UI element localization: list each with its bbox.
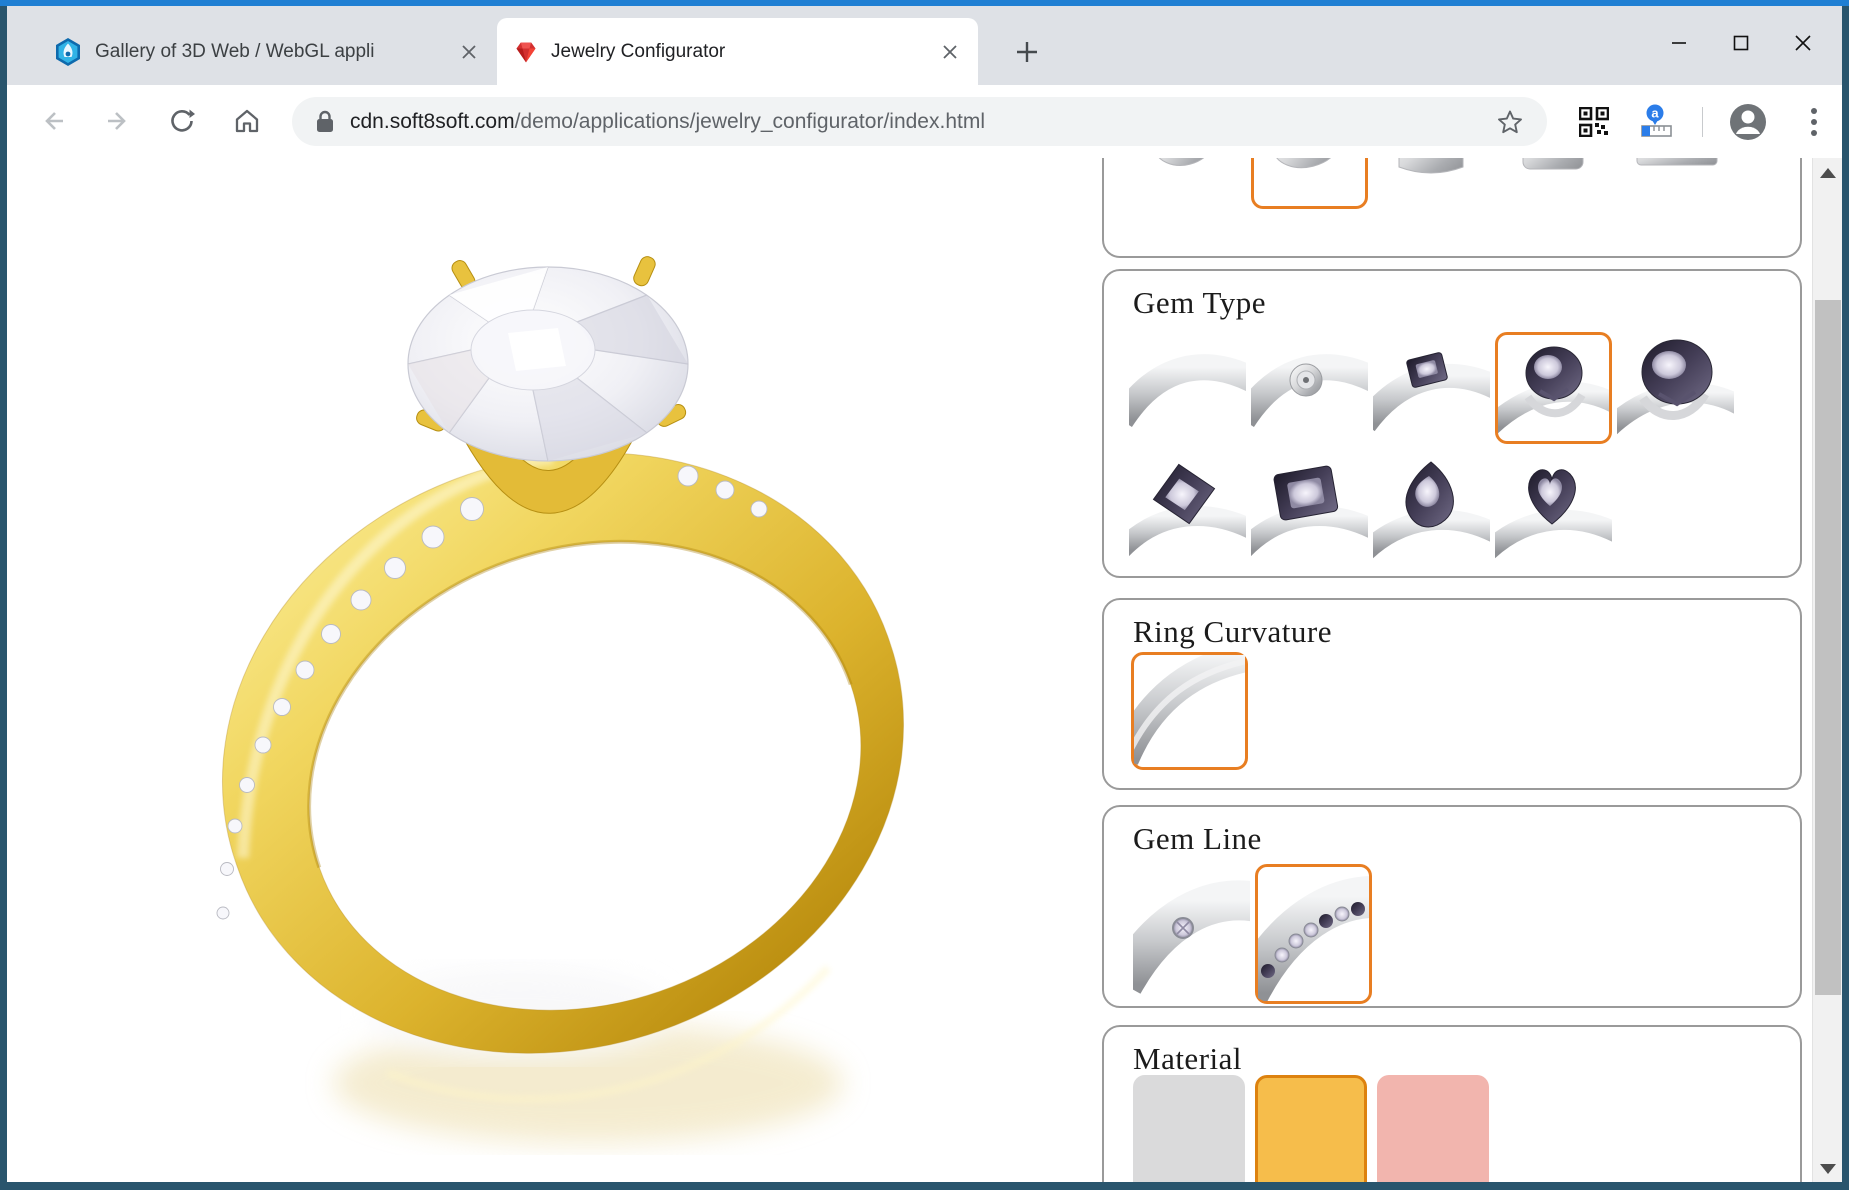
verge3d-logo-icon xyxy=(56,37,80,66)
reload-button[interactable] xyxy=(156,95,208,147)
profile-option-dome[interactable] xyxy=(1373,158,1490,209)
gem-type-option-small-square[interactable] xyxy=(1373,332,1490,444)
close-window-button[interactable] xyxy=(1772,12,1834,74)
panel-title: Ring Curvature xyxy=(1133,614,1332,649)
back-button[interactable] xyxy=(27,95,79,147)
gem-type-option-emerald[interactable] xyxy=(1251,454,1368,566)
profile-option-round[interactable] xyxy=(1129,158,1246,209)
gem-type-option-pear[interactable] xyxy=(1373,454,1490,566)
url-path: /demo/applications/jewelry_configurator/… xyxy=(514,109,985,133)
assistant-extension-button[interactable]: a xyxy=(1635,101,1677,143)
page-content: Gem Type Ring Curvature Gem Line Materia… xyxy=(7,158,1842,1182)
window-frame-bottom xyxy=(0,1182,1849,1190)
material-option-silver[interactable] xyxy=(1133,1075,1245,1182)
panel-title: Material xyxy=(1133,1041,1243,1076)
window-frame-right xyxy=(1842,6,1849,1190)
home-button[interactable] xyxy=(221,95,273,147)
gem-type-option-bezel[interactable] xyxy=(1251,332,1368,444)
forward-button[interactable] xyxy=(92,95,144,147)
profile-option-flat[interactable] xyxy=(1617,158,1734,209)
page-scrollbar[interactable] xyxy=(1812,158,1842,1182)
panel-title: Gem Type xyxy=(1133,285,1266,320)
panel-gem-type: Gem Type xyxy=(1102,269,1802,578)
gem-type-option-heart[interactable] xyxy=(1495,454,1612,566)
scroll-up-arrow[interactable] xyxy=(1820,168,1836,178)
scrollbar-thumb[interactable] xyxy=(1815,300,1841,995)
material-option-gold[interactable] xyxy=(1255,1075,1367,1182)
profile-option-oval[interactable] xyxy=(1251,158,1368,209)
material-option-rose-gold[interactable] xyxy=(1377,1075,1489,1182)
bookmark-star-button[interactable] xyxy=(1489,101,1531,143)
gem-type-option-round-prong[interactable] xyxy=(1495,332,1612,444)
url-text: cdn.soft8soft.com/demo/applications/jewe… xyxy=(350,110,985,134)
tab-close-button[interactable] xyxy=(455,38,483,66)
gem-type-option-round-large[interactable] xyxy=(1617,332,1734,444)
new-tab-button[interactable] xyxy=(1009,34,1045,70)
gem-line-option-single[interactable] xyxy=(1133,864,1250,1004)
panel-title: Gem Line xyxy=(1133,821,1262,856)
tab-jewelry-configurator[interactable]: Jewelry Configurator xyxy=(497,18,978,85)
tab-title: Gallery of 3D Web / WebGL appli xyxy=(95,40,375,62)
gem-type-option-no-gem[interactable] xyxy=(1129,332,1246,444)
ring-curvature-option-curved[interactable] xyxy=(1131,652,1248,770)
ring-3d-render xyxy=(216,256,904,1143)
gem-line-option-row[interactable] xyxy=(1255,864,1372,1004)
minimize-button[interactable] xyxy=(1648,12,1710,74)
diamond-gem xyxy=(407,266,689,462)
tab-gallery[interactable]: Gallery of 3D Web / WebGL appli xyxy=(37,18,497,85)
browser-toolbar: cdn.soft8soft.com/demo/applications/jewe… xyxy=(7,85,1842,159)
configurator-panels: Gem Type Ring Curvature Gem Line Materia… xyxy=(1102,158,1805,1182)
profile-option-square[interactable] xyxy=(1495,158,1612,209)
tab-close-button[interactable] xyxy=(936,38,964,66)
address-bar[interactable]: cdn.soft8soft.com/demo/applications/jewe… xyxy=(292,97,1547,146)
toolbar-separator xyxy=(1702,107,1703,137)
ring-3d-viewport[interactable] xyxy=(7,158,1102,1182)
panel-ring-curvature: Ring Curvature xyxy=(1102,598,1802,790)
gem-type-option-princess[interactable] xyxy=(1129,454,1246,566)
url-domain: cdn.soft8soft.com xyxy=(350,109,515,133)
profile-avatar-button[interactable] xyxy=(1727,101,1769,143)
panel-ring-profile xyxy=(1102,158,1802,258)
maximize-button[interactable] xyxy=(1710,12,1772,74)
tab-bar: Gallery of 3D Web / WebGL appli Jewelry … xyxy=(7,6,1842,85)
tab-title: Jewelry Configurator xyxy=(551,40,726,62)
window-frame-left xyxy=(0,6,7,1190)
qr-code-button[interactable] xyxy=(1573,101,1615,143)
lock-icon xyxy=(317,110,333,132)
panel-gem-line: Gem Line xyxy=(1102,805,1802,1008)
panel-material: Material xyxy=(1102,1025,1802,1182)
scroll-down-arrow[interactable] xyxy=(1820,1164,1836,1174)
red-gem-icon xyxy=(516,41,536,62)
browser-window: Gallery of 3D Web / WebGL appli Jewelry … xyxy=(0,0,1849,1190)
menu-dots-button[interactable] xyxy=(1793,101,1835,143)
svg-text:a: a xyxy=(1651,106,1659,121)
